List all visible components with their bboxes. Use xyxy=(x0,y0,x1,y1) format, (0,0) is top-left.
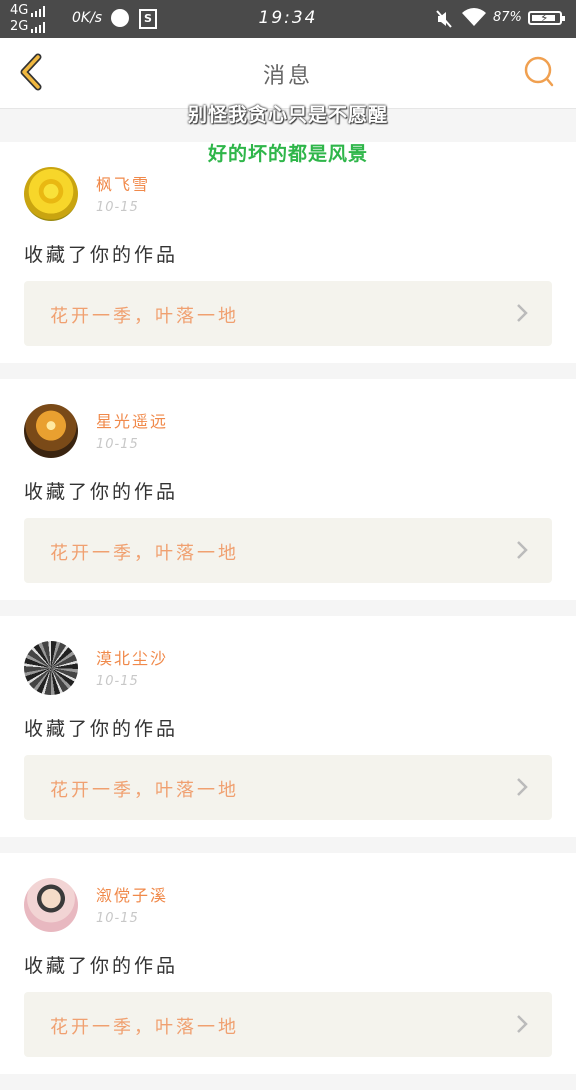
username[interactable]: 溆傥子溪 xyxy=(96,882,168,906)
message-date: 10-15 xyxy=(96,674,139,689)
work-title: 花开一季，叶落一地 xyxy=(50,306,239,327)
message-date: 10-15 xyxy=(96,200,139,215)
header: 消息 xyxy=(0,38,576,109)
work-link[interactable]: 花开一季，叶落一地 xyxy=(24,518,552,583)
work-link[interactable]: 花开一季，叶落一地 xyxy=(24,755,552,820)
username[interactable]: 枫飞雪 xyxy=(96,171,150,195)
avatar[interactable] xyxy=(24,641,78,695)
message-action: 收藏了你的作品 xyxy=(24,718,179,740)
status-bar: 4G 2G 0K/s S 19:34 87% ⚡ xyxy=(0,0,576,38)
message-list: 枫飞雪 10-15 收藏了你的作品 花开一季，叶落一地 星光遥远 10-15 收… xyxy=(0,142,576,1090)
message-item[interactable]: 漠北尘沙 10-15 收藏了你的作品 花开一季，叶落一地 xyxy=(0,616,576,837)
avatar[interactable] xyxy=(24,878,78,932)
work-title: 花开一季，叶落一地 xyxy=(50,780,239,801)
chevron-right-icon xyxy=(517,778,528,796)
chevron-right-icon xyxy=(517,541,528,559)
message-action: 收藏了你的作品 xyxy=(24,481,179,503)
battery-percent: 87% xyxy=(493,10,522,25)
work-title: 花开一季，叶落一地 xyxy=(50,543,239,564)
overlay-caption-1: 别怪我贪心只是不愿醒 xyxy=(187,104,388,126)
message-action: 收藏了你的作品 xyxy=(24,244,179,266)
message-action: 收藏了你的作品 xyxy=(24,955,179,977)
avatar[interactable] xyxy=(24,404,78,458)
message-item[interactable]: 枫飞雪 10-15 收藏了你的作品 花开一季，叶落一地 xyxy=(0,142,576,363)
username[interactable]: 星光遥远 xyxy=(96,408,168,432)
username[interactable]: 漠北尘沙 xyxy=(96,645,168,669)
avatar[interactable] xyxy=(24,167,78,221)
wifi-icon xyxy=(462,8,486,26)
back-button[interactable] xyxy=(14,52,48,92)
mute-icon xyxy=(436,10,452,28)
chevron-right-icon xyxy=(517,304,528,322)
clock: 19:34 xyxy=(258,8,318,28)
work-link[interactable]: 花开一季，叶落一地 xyxy=(24,992,552,1057)
work-link[interactable]: 花开一季，叶落一地 xyxy=(24,281,552,346)
message-item[interactable]: 星光遥远 10-15 收藏了你的作品 花开一季，叶落一地 xyxy=(0,379,576,600)
battery-icon: ⚡ xyxy=(528,11,565,25)
message-date: 10-15 xyxy=(96,911,139,926)
message-item[interactable]: 溆傥子溪 10-15 收藏了你的作品 花开一季，叶落一地 xyxy=(0,853,576,1074)
work-title: 花开一季，叶落一地 xyxy=(50,1017,239,1038)
page-title: 消息 xyxy=(262,64,313,89)
overlay-caption-2: 好的坏的都是风景 xyxy=(207,143,368,165)
chevron-right-icon xyxy=(517,1015,528,1033)
search-icon[interactable] xyxy=(522,54,556,90)
message-date: 10-15 xyxy=(96,437,139,452)
